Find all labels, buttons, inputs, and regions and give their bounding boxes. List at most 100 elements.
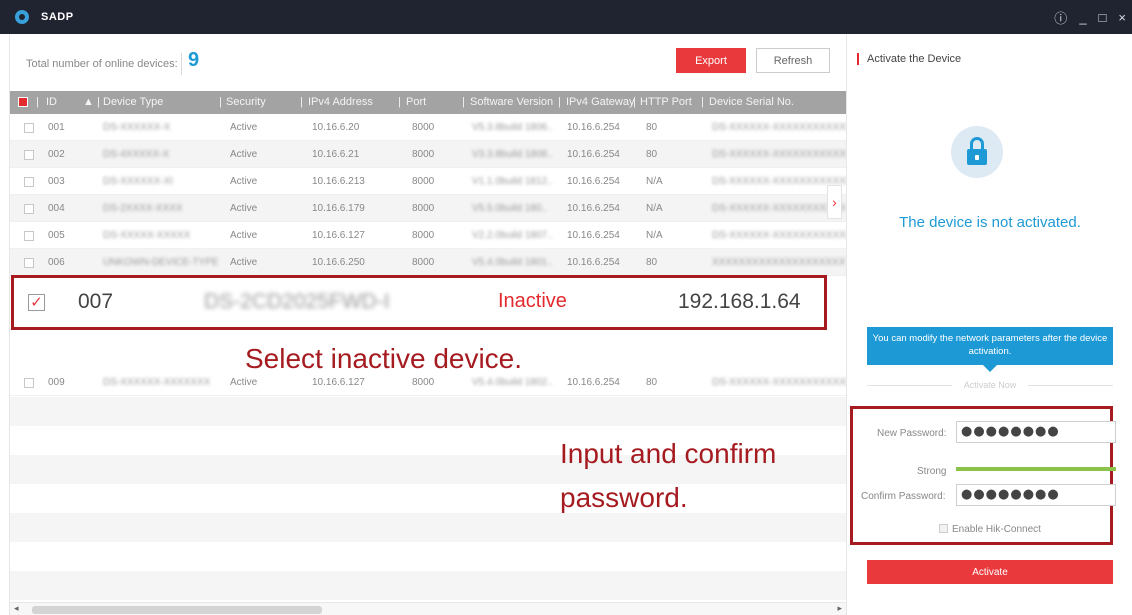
- row-checkbox[interactable]: [24, 123, 34, 133]
- column-header-software-version[interactable]: Software Version: [470, 96, 553, 108]
- sort-arrow-icon[interactable]: ▲ |: [83, 96, 100, 108]
- column-header-http-port[interactable]: HTTP Port: [640, 96, 692, 108]
- selected-device-id: 007: [78, 290, 114, 313]
- cell-gateway: 10.16.6.254: [567, 176, 620, 187]
- activate-button[interactable]: Activate: [867, 560, 1113, 584]
- column-header-serial-no[interactable]: Device Serial No.: [709, 96, 794, 108]
- column-header-separator: |: [633, 96, 636, 108]
- column-header-separator: |: [219, 96, 222, 108]
- confirm-password-input[interactable]: ●●●●●●●●: [956, 484, 1116, 506]
- scroll-right-arrow-icon[interactable]: ▸: [837, 603, 842, 614]
- cell-serial: XXXXXXXXXXXXXXXXXXXX: [712, 257, 846, 268]
- row-checkbox[interactable]: [24, 177, 34, 187]
- activation-panel: Activate the Device The device is not ac…: [846, 34, 1132, 615]
- cell-id: 004: [48, 203, 65, 214]
- lock-icon: [951, 126, 1003, 178]
- select-all-checkbox[interactable]: [18, 97, 28, 107]
- annotation-line: password.: [560, 482, 688, 513]
- panel-title: Activate the Device: [857, 53, 961, 65]
- cell-ip: 10.16.6.127: [312, 377, 365, 388]
- selected-device-status: Inactive: [498, 290, 567, 312]
- cell-port: 8000: [412, 230, 435, 241]
- row-checkbox[interactable]: [24, 378, 34, 388]
- column-header-separator: |: [398, 96, 401, 108]
- cell-id: 009: [48, 377, 65, 388]
- cell-gateway: 10.16.6.254: [567, 203, 620, 214]
- cell-software-version: V1.1.0build 1812..: [472, 176, 553, 187]
- column-header-security[interactable]: Security: [226, 96, 266, 108]
- table-header: | ID ▲ | Device Type | Security | IPv4 A…: [10, 91, 846, 114]
- enable-hik-connect-checkbox[interactable]: [939, 524, 948, 533]
- export-button[interactable]: Export: [676, 48, 746, 73]
- cell-gateway: 10.16.6.254: [567, 230, 620, 241]
- cell-security: Active: [230, 176, 258, 187]
- close-button[interactable]: ×: [1118, 10, 1126, 25]
- scroll-left-arrow-icon[interactable]: ◂: [14, 603, 19, 614]
- enable-hik-connect-option[interactable]: Enable Hik-Connect: [939, 524, 1041, 535]
- cell-http-port: 80: [646, 377, 658, 388]
- cell-http-port: 80: [646, 122, 658, 133]
- maximize-button[interactable]: □: [1099, 10, 1107, 25]
- minimize-button[interactable]: _: [1079, 10, 1086, 25]
- activate-now-divider: Activate Now: [867, 380, 1113, 390]
- column-header-id[interactable]: ID: [46, 96, 57, 108]
- info-icon[interactable]: ⓘ: [1054, 8, 1067, 27]
- app-title: SADP: [41, 11, 74, 23]
- cell-device-type: DS-XXXXX-XXXXX: [103, 230, 191, 241]
- cell-id: 001: [48, 122, 65, 133]
- cell-security: Active: [230, 122, 258, 133]
- cell-security: Active: [230, 377, 258, 388]
- row-checkbox[interactable]: [24, 204, 34, 214]
- scrollbar-thumb[interactable]: [32, 606, 322, 614]
- cell-gateway: 10.16.6.254: [567, 257, 620, 268]
- column-header-device-type[interactable]: Device Type: [103, 96, 163, 108]
- cell-ip: 10.16.6.179: [312, 203, 365, 214]
- refresh-button[interactable]: Refresh: [756, 48, 830, 73]
- info-tooltip: You can modify the network parameters af…: [867, 327, 1113, 372]
- column-header-port[interactable]: Port: [406, 96, 426, 108]
- confirm-password-label: Confirm Password:: [861, 491, 946, 502]
- row-checkbox[interactable]: [24, 258, 34, 268]
- cell-http-port: N/A: [646, 176, 663, 187]
- activation-status: The device is not activated.: [899, 214, 1081, 231]
- password-strength-bar: [956, 467, 1116, 471]
- table-row[interactable]: 002 DS-4XXXXX-X Active 10.16.6.21 8000 V…: [10, 141, 859, 168]
- password-form: New Password: ●●●●●●●● Strong Confirm Pa…: [850, 406, 1116, 545]
- column-header-separator: |: [462, 96, 465, 108]
- cell-gateway: 10.16.6.254: [567, 122, 620, 133]
- cell-serial: DS-XXXXXX-XXXXXXXXXXXX: [712, 377, 853, 388]
- column-header-ipv4-gateway[interactable]: IPv4 Gateway: [566, 96, 634, 108]
- column-header-ipv4-address[interactable]: IPv4 Address: [308, 96, 373, 108]
- table-row[interactable]: 003 DS-XXXXXX-XI Active 10.16.6.213 8000…: [10, 168, 853, 195]
- table-row[interactable]: 004 DS-2XXXX-XXXX Active 10.16.6.179 800…: [10, 195, 846, 222]
- cell-software-version: V3.3.8build 1808..: [472, 149, 553, 160]
- cell-port: 8000: [412, 122, 435, 133]
- row-checkbox[interactable]: [24, 150, 34, 160]
- cell-software-version: V5.5.0build 180..: [472, 203, 548, 214]
- device-list-toolbar: Total number of online devices: 9 Export…: [10, 34, 846, 90]
- title-bar: SADP ⓘ _ □ ×: [0, 0, 1132, 34]
- column-header-separator: |: [701, 96, 704, 108]
- cell-device-type: DS-XXXXXX-XXXXXXX: [103, 377, 211, 388]
- cell-port: 8000: [412, 377, 435, 388]
- table-row[interactable]: 006 UNKOWN-DEVICE-TYPE Active 10.16.6.25…: [10, 249, 846, 276]
- cell-ip: 10.16.6.21: [312, 149, 360, 160]
- cell-ip: 10.16.6.127: [312, 230, 365, 241]
- cell-device-type: DS-XXXXXX-X: [103, 122, 171, 133]
- cell-port: 8000: [412, 257, 435, 268]
- collapse-panel-chevron-icon[interactable]: ›: [827, 185, 842, 219]
- cell-id: 006: [48, 257, 65, 268]
- new-password-input[interactable]: ●●●●●●●●: [956, 421, 1116, 443]
- selected-device-row[interactable]: ✓ 007 DS-2CD2025FWD-I Inactive 192.168.1…: [11, 275, 827, 330]
- cell-id: 005: [48, 230, 65, 241]
- cell-id: 003: [48, 176, 65, 187]
- cell-security: Active: [230, 203, 258, 214]
- table-row[interactable]: 005 DS-XXXXX-XXXXX Active 10.16.6.127 80…: [10, 222, 853, 249]
- cell-ip: 10.16.6.20: [312, 122, 360, 133]
- horizontal-scrollbar[interactable]: ◂ ▸: [10, 602, 846, 615]
- selected-device-ip: 192.168.1.64: [678, 290, 801, 313]
- table-row[interactable]: 001 DS-XXXXXX-X Active 10.16.6.20 8000 V…: [10, 114, 859, 141]
- row-checkbox[interactable]: [24, 231, 34, 241]
- selected-row-checkbox[interactable]: ✓: [28, 294, 45, 311]
- cell-ip: 10.16.6.250: [312, 257, 365, 268]
